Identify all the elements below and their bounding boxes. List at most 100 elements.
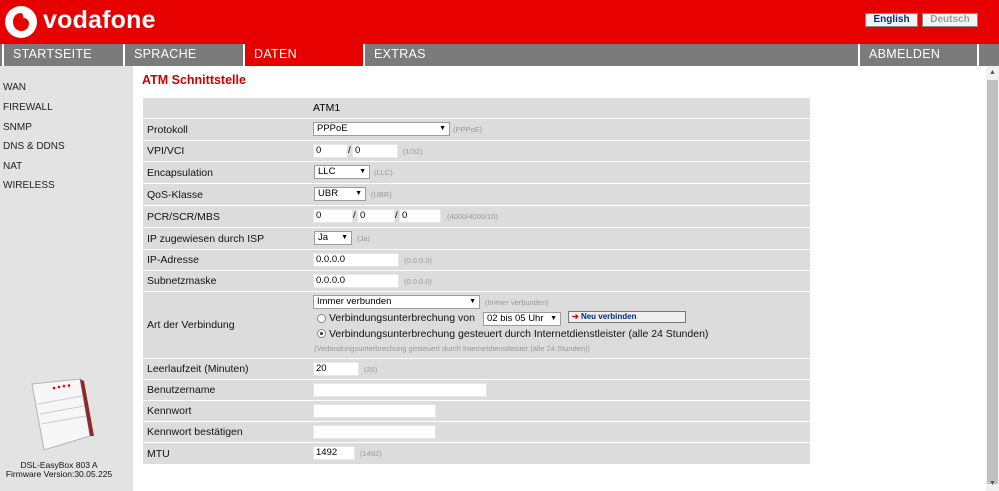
brand-name: vodafone [43,6,156,34]
subnet-value-cell: 0.0.0.0 (0.0.0.0) [311,271,810,291]
sidebar-item-firewall[interactable]: FIREWALL [3,102,53,113]
connection-mode-select[interactable]: Immer verbunden ▼ [313,295,480,309]
chevron-down-icon: ▼ [469,298,476,305]
subnet-input[interactable]: 0.0.0.0 [313,274,399,288]
header-label-cell [143,98,309,118]
vodafone-logo-icon [5,6,37,38]
scroll-down-arrow-icon[interactable]: ▼ [989,480,996,487]
idle-hint: (20) [364,365,378,374]
table-row-pcr-scr-mbs: PCR/SCR/MBS 0 / 0 / 0 (4000/4000/10) [143,206,810,227]
table-row-encapsulation: Encapsulation LLC ▼ (LLC) [143,162,810,183]
encapsulation-hint: (LLC) [374,168,393,177]
connection-value-cell: Immer verbunden ▼ (Immer verbunden) Verb… [311,292,810,358]
sidebar-item-wireless[interactable]: WIRELESS [3,180,55,191]
username-value-cell [311,380,810,400]
table-row-ip-address: IP-Adresse 0.0.0.0 (0.0.0.0) [143,250,810,270]
encapsulation-value-cell: LLC ▼ (LLC) [311,162,810,183]
ip-isp-select[interactable]: Ja ▼ [314,231,352,245]
protokoll-value-cell: PPPoE ▼ (PPPoE) [311,119,810,140]
qos-select-value: UBR [318,188,339,199]
ip-isp-label: IP zugewiesen durch ISP [147,232,265,245]
encapsulation-label: Encapsulation [147,166,213,179]
ip-address-label: IP-Adresse [147,254,199,266]
pcr-separator-2: / [395,210,398,221]
page-title: ATM Schnittstelle [142,73,246,87]
mtu-label: MTU [147,447,170,460]
password-input[interactable] [313,404,436,418]
mtu-value-cell: 1492 (1492) [311,443,810,464]
language-german-button[interactable]: Deutsch [922,13,978,27]
table-row-vpi-vci: VPI/VCI 0 / 0 (1/32) [143,141,810,161]
nav-startseite[interactable]: STARTSEITE [2,44,124,66]
router-device-image [31,378,94,451]
subnet-label: Subnetzmaske [147,275,217,287]
table-row-password-confirm: Kennwort bestätigen [143,422,810,442]
protokoll-label: Protokoll [147,123,188,136]
disconnect-isp-radio[interactable] [317,329,326,338]
firmware-version: Firmware Version:30.05.225 [5,469,113,479]
nav-abmelden[interactable]: ABMELDEN [858,44,979,66]
protokoll-select[interactable]: PPPoE ▼ [313,122,450,136]
table-row-password: Kennwort [143,401,810,421]
qos-select[interactable]: UBR ▼ [314,187,366,201]
scr-input[interactable]: 0 [357,209,395,223]
header-bar: vodafone English Deutsch [0,0,999,44]
table-row-connection: Art der Verbindung Immer verbunden ▼ (Im… [143,292,810,358]
idle-input[interactable]: 20 [313,362,359,376]
sidebar-item-dns-ddns[interactable]: DNS & DDNS [3,141,65,152]
password-label: Kennwort [147,405,192,417]
vpi-vci-separator: / [348,145,351,156]
table-row-protokoll: Protokoll PPPoE ▼ (PPPoE) [143,119,810,140]
chevron-down-icon: ▼ [359,168,366,175]
username-input[interactable] [313,383,487,397]
table-row-ip-isp: IP zugewiesen durch ISP Ja ▼ (Ja) [143,228,810,249]
sidebar-item-nat[interactable]: NAT [3,161,22,172]
vci-input[interactable]: 0 [352,144,398,158]
reconnect-button[interactable]: ➔ Neu verbinden [568,311,686,323]
nav-extras[interactable]: EXTRAS [363,44,484,66]
disconnect-schedule-radio[interactable] [317,314,326,323]
pcr-scr-mbs-label: PCR/SCR/MBS [147,210,220,223]
protokoll-hint: (PPPoE) [453,125,483,134]
table-row-mtu: MTU 1492 (1492) [143,443,810,464]
connection-mode-hint: (Immer verbunden) [485,298,549,307]
table-header-row: ATM1 [143,98,810,118]
main-nav: STARTSEITE SPRACHE DATEN EXTRAS ABMELDEN [0,44,999,66]
sidebar-item-wan[interactable]: WAN [3,82,26,93]
pcr-input[interactable]: 0 [313,209,353,223]
chevron-down-icon: ▼ [439,125,446,132]
qos-value-cell: UBR ▼ (UBR) [311,184,810,205]
table-row-subnet: Subnetzmaske 0.0.0.0 (0.0.0.0) [143,271,810,291]
protokoll-select-value: PPPoE [317,123,348,134]
chevron-down-icon: ▼ [341,234,348,241]
table-row-idle: Leerlaufzeit (Minuten) 20 (20) [143,359,810,379]
encapsulation-select[interactable]: LLC ▼ [314,165,370,179]
qos-label: QoS-Klasse [147,188,204,201]
sidebar-item-snmp[interactable]: SNMP [3,122,32,133]
vpi-input[interactable]: 0 [313,144,348,158]
table-row-username: Benutzername [143,380,810,400]
nav-daten[interactable]: DATEN [243,44,364,66]
ip-isp-select-value: Ja [318,232,329,243]
username-label: Benutzername [147,384,216,396]
password-confirm-input[interactable] [313,425,436,439]
vpi-vci-label: VPI/VCI [147,145,185,157]
chevron-down-icon: ▼ [355,190,362,197]
mbs-input[interactable]: 0 [399,209,441,223]
vertical-scrollbar[interactable]: ▲ ▼ [986,66,999,491]
scrollbar-thumb[interactable] [987,80,998,484]
scroll-up-arrow-icon[interactable]: ▲ [989,69,996,76]
disconnect-isp-label: Verbindungsunterbrechung gesteuert durch… [329,328,709,340]
pcr-hint: (4000/4000/10) [447,212,498,221]
nav-sprache[interactable]: SPRACHE [123,44,244,66]
vpi-vci-value-cell: 0 / 0 (1/32) [311,141,810,161]
language-english-button[interactable]: English [865,13,918,27]
pcr-separator-1: / [353,210,356,221]
idle-label: Leerlaufzeit (Minuten) [147,363,249,375]
ip-address-hint: (0.0.0.0) [404,256,432,265]
chevron-down-icon: ▼ [550,315,557,322]
ip-address-input[interactable]: 0.0.0.0 [313,253,399,267]
mtu-input[interactable]: 1492 [313,446,355,460]
disconnect-time-select[interactable]: 02 bis 05 Uhr ▼ [483,312,561,326]
idle-value-cell: 20 (20) [311,359,810,379]
